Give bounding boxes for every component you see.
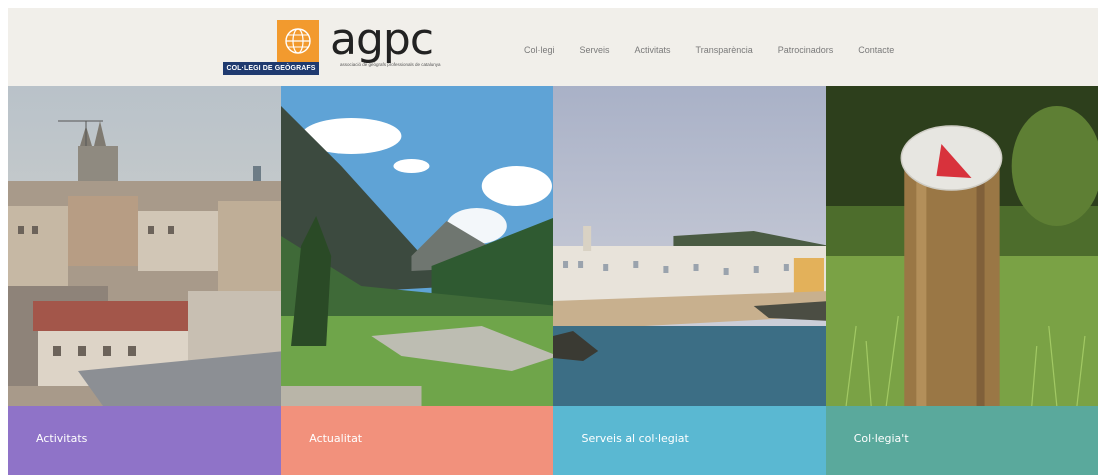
colegi-logo-text: COL·LEGI DE GEÒGRAFS bbox=[223, 62, 319, 75]
tile-activitats-label: Activitats bbox=[36, 432, 88, 445]
barcelona-city-photo bbox=[8, 86, 282, 406]
tile-actualitat[interactable]: Actualitat bbox=[281, 86, 554, 475]
main-nav: Col·legi Serveis Activitats Transparènci… bbox=[524, 42, 919, 58]
nav-item-transparencia[interactable]: Transparència bbox=[696, 42, 753, 58]
agpc-logo[interactable]: agpc associació de geògrafs professional… bbox=[330, 14, 470, 74]
tile-colegiat[interactable]: Col·legia't bbox=[825, 86, 1098, 475]
tile-colegiat-caption: Col·legia't bbox=[825, 406, 1098, 475]
page: COL·LEGI DE GEÒGRAFS agpc associació de … bbox=[0, 0, 1098, 475]
nav-item-contacte[interactable]: Contacte bbox=[858, 42, 894, 58]
nav-item-patrocinadors[interactable]: Patrocinadors bbox=[778, 42, 834, 58]
tile-actualitat-label: Actualitat bbox=[309, 432, 363, 445]
nav-item-serveis[interactable]: Serveis bbox=[580, 42, 610, 58]
globe-icon bbox=[285, 28, 311, 54]
agpc-logo-subtitle: associació de geògrafs professionals de … bbox=[340, 62, 441, 67]
coastal-town-photo bbox=[553, 86, 826, 406]
agpc-logo-word: agpc bbox=[330, 12, 434, 68]
nav-item-activitats[interactable]: Activitats bbox=[635, 42, 671, 58]
tile-serveis-label: Serveis al col·legiat bbox=[581, 432, 689, 445]
nav-item-colegi[interactable]: Col·legi bbox=[524, 42, 555, 58]
tile-actualitat-caption: Actualitat bbox=[281, 406, 554, 475]
trail-marker-post-photo bbox=[825, 86, 1098, 406]
colegi-geografs-logo[interactable]: COL·LEGI DE GEÒGRAFS bbox=[223, 18, 319, 75]
globe-logo-box bbox=[277, 20, 319, 62]
site-header: COL·LEGI DE GEÒGRAFS agpc associació de … bbox=[8, 8, 1098, 86]
mountain-valley-photo bbox=[281, 86, 554, 406]
feature-tiles: Activitats Actualitat Serveis al col·leg… bbox=[8, 86, 1098, 475]
tile-serveis-caption: Serveis al col·legiat bbox=[553, 406, 826, 475]
tile-colegiat-label: Col·legia't bbox=[853, 432, 909, 445]
tile-serveis[interactable]: Serveis al col·legiat bbox=[553, 86, 826, 475]
tile-activitats[interactable]: Activitats bbox=[8, 86, 282, 475]
agpc-logo-text: agpc bbox=[330, 14, 434, 65]
tile-activitats-caption: Activitats bbox=[8, 406, 282, 475]
